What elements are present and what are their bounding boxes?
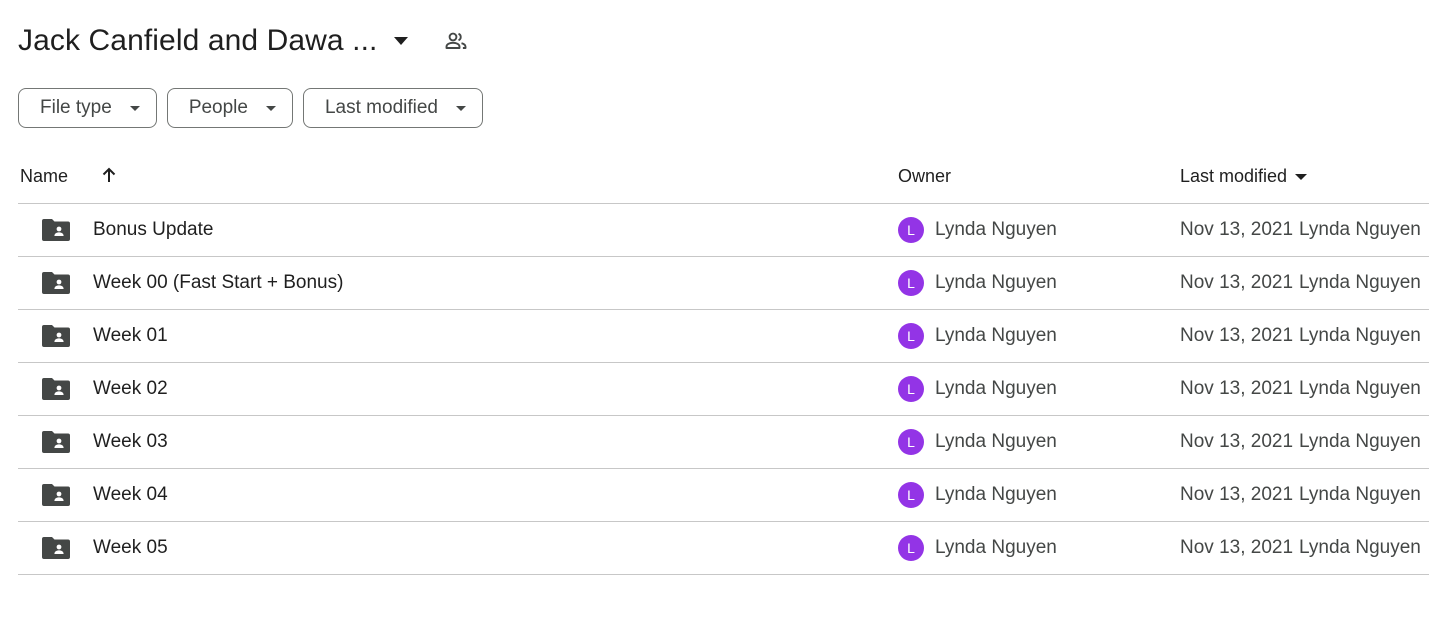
file-name: Week 03 <box>93 431 168 452</box>
chip-label: People <box>188 97 248 118</box>
modified-date: Nov 13, 2021 <box>1180 325 1294 346</box>
last-modified: Nov 13, 2021 Lynda Nguyen <box>1180 204 1421 256</box>
file-name: Week 00 (Fast Start + Bonus) <box>93 272 344 293</box>
owner-name: Lynda Nguyen <box>935 431 1057 452</box>
shared-folder-icon <box>42 272 70 294</box>
file-type-filter[interactable]: File type <box>18 88 157 128</box>
shared-folder-icon <box>42 325 70 347</box>
owner-column-header[interactable]: Owner <box>898 150 951 203</box>
file-name: Week 04 <box>93 484 168 505</box>
people-filter[interactable]: People <box>166 88 293 128</box>
modified-date: Nov 13, 2021 <box>1180 484 1294 505</box>
avatar: L <box>898 270 924 296</box>
shared-folder-icon <box>42 431 70 453</box>
avatar: L <box>898 323 924 349</box>
owner-name: Lynda Nguyen <box>935 219 1057 240</box>
avatar: L <box>898 535 924 561</box>
modified-date: Nov 13, 2021 <box>1180 272 1294 293</box>
modified-by: Lynda Nguyen <box>1299 431 1421 452</box>
folder-header: Jack Canfield and Dawa ... <box>18 18 469 64</box>
avatar: L <box>898 482 924 508</box>
arrow-drop-down-icon <box>129 103 140 113</box>
table-row[interactable]: Week 05 L Lynda Nguyen Nov 13, 2021 Lynd… <box>18 522 1429 575</box>
owner-name: Lynda Nguyen <box>935 378 1057 399</box>
modified-by: Lynda Nguyen <box>1299 537 1421 558</box>
chip-label: File type <box>40 97 112 118</box>
owner-name: Lynda Nguyen <box>935 537 1057 558</box>
last-modified: Nov 13, 2021 Lynda Nguyen <box>1180 363 1421 415</box>
modified-date: Nov 13, 2021 <box>1180 378 1294 399</box>
arrow-drop-down-icon <box>389 29 413 53</box>
modified-date: Nov 13, 2021 <box>1180 219 1294 240</box>
file-name: Bonus Update <box>93 219 214 240</box>
folder-title: Jack Canfield and Dawa ... <box>18 24 378 57</box>
last-modified: Nov 13, 2021 Lynda Nguyen <box>1180 310 1421 362</box>
modified-by: Lynda Nguyen <box>1299 378 1421 399</box>
modified-date: Nov 13, 2021 <box>1180 537 1294 558</box>
modified-by: Lynda Nguyen <box>1299 219 1421 240</box>
name-column-header[interactable]: Name <box>20 150 68 203</box>
table-header: Name Owner Last modified <box>18 150 1429 204</box>
arrow-drop-down-icon <box>456 103 466 113</box>
file-name: Week 02 <box>93 378 168 399</box>
last-modified-header-label: Last modified <box>1180 166 1288 186</box>
last-modified: Nov 13, 2021 Lynda Nguyen <box>1180 257 1421 309</box>
avatar: L <box>898 376 924 402</box>
last-modified-column-header[interactable]: Last modified <box>1180 150 1308 203</box>
table-row[interactable]: Week 04 L Lynda Nguyen Nov 13, 2021 Lynd… <box>18 469 1429 522</box>
avatar: L <box>898 217 924 243</box>
folder-title-button[interactable]: Jack Canfield and Dawa ... <box>18 24 415 58</box>
last-modified: Nov 13, 2021 Lynda Nguyen <box>1180 522 1421 574</box>
file-list: Name Owner Last modified Bonus Update L … <box>18 150 1429 575</box>
last-modified-filter[interactable]: Last modified <box>302 88 483 128</box>
table-row[interactable]: Week 02 L Lynda Nguyen Nov 13, 2021 Lynd… <box>18 363 1429 416</box>
arrow-drop-down-icon <box>265 103 276 113</box>
last-modified: Nov 13, 2021 Lynda Nguyen <box>1180 469 1421 521</box>
people-icon[interactable] <box>443 28 469 54</box>
arrow-up-icon[interactable] <box>98 164 120 186</box>
avatar: L <box>898 429 924 455</box>
modified-by: Lynda Nguyen <box>1299 325 1421 346</box>
shared-folder-icon <box>42 484 70 506</box>
table-row[interactable]: Week 03 L Lynda Nguyen Nov 13, 2021 Lynd… <box>18 416 1429 469</box>
filter-chips: File type People Last modified <box>18 88 483 128</box>
modified-date: Nov 13, 2021 <box>1180 431 1294 452</box>
owner-name: Lynda Nguyen <box>935 272 1057 293</box>
table-row[interactable]: Week 00 (Fast Start + Bonus) L Lynda Ngu… <box>18 257 1429 310</box>
shared-folder-icon <box>42 378 70 400</box>
owner-name: Lynda Nguyen <box>935 325 1057 346</box>
chip-label: Last modified <box>324 97 438 118</box>
modified-by: Lynda Nguyen <box>1299 484 1421 505</box>
modified-by: Lynda Nguyen <box>1299 272 1421 293</box>
arrow-drop-down-icon <box>1295 171 1308 183</box>
shared-folder-icon <box>42 537 70 559</box>
file-name: Week 05 <box>93 537 168 558</box>
table-row[interactable]: Week 01 L Lynda Nguyen Nov 13, 2021 Lynd… <box>18 310 1429 363</box>
table-row[interactable]: Bonus Update L Lynda Nguyen Nov 13, 2021… <box>18 204 1429 257</box>
drive-folder-view: Jack Canfield and Dawa ... File type Peo… <box>0 0 1429 630</box>
owner-name: Lynda Nguyen <box>935 484 1057 505</box>
shared-folder-icon <box>42 219 70 241</box>
last-modified: Nov 13, 2021 Lynda Nguyen <box>1180 416 1421 468</box>
file-name: Week 01 <box>93 325 168 346</box>
table-body: Bonus Update L Lynda Nguyen Nov 13, 2021… <box>18 204 1429 575</box>
